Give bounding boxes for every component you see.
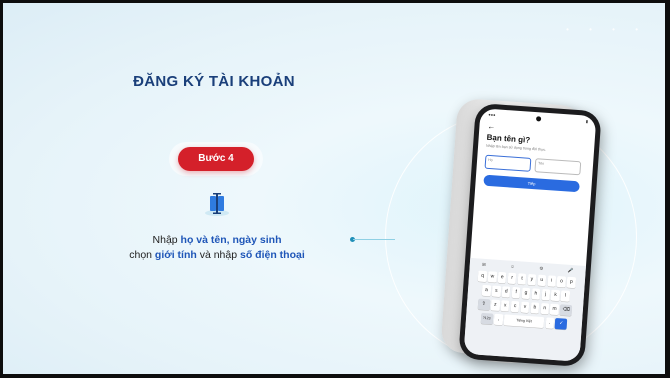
key-n[interactable]: n	[540, 302, 550, 315]
comma-key[interactable]: ,	[493, 313, 503, 326]
connector-line	[353, 239, 395, 240]
key-t[interactable]: t	[517, 273, 527, 285]
key-d[interactable]: d	[501, 286, 511, 298]
desc-highlight: họ và tên, ngày sinh	[180, 234, 282, 246]
key-c[interactable]: c	[510, 300, 520, 313]
key-o[interactable]: o	[556, 276, 566, 288]
key-j[interactable]: j	[541, 288, 551, 301]
symbols-key[interactable]: ?123	[480, 312, 494, 325]
desc-text: Nhập	[152, 234, 181, 246]
step-badge: Bước 4	[178, 147, 254, 171]
last-name-field[interactable]: Tên	[534, 158, 582, 176]
key-p[interactable]: p	[566, 276, 576, 289]
first-name-field[interactable]: Họ	[484, 154, 532, 172]
key-w[interactable]: w	[487, 271, 497, 283]
key-l[interactable]: l	[560, 290, 570, 302]
key-y[interactable]: y	[527, 273, 537, 286]
name-hint: Nhập tên bạn sử dụng trong đời thực.	[485, 143, 547, 152]
key-a[interactable]: a	[481, 284, 492, 297]
phone-input-icon	[205, 193, 229, 216]
decorative-dots: • • • •	[566, 25, 647, 34]
slide-title: ĐĂNG KÝ TÀI KHOẢN	[133, 73, 295, 90]
backspace-key[interactable]: ⌫	[559, 304, 573, 317]
keyboard: ⊞ ☺ ⚙ 🎤 qwertyuiop asdfghjkl ⇧ zxcvbnm ⌫ ?1…	[463, 257, 586, 362]
shift-key[interactable]: ⇧	[477, 298, 491, 311]
phone-screen: ●●● ▮ ← Bạn tên gì? Nhập tên bạn sử dụng …	[463, 108, 597, 362]
desc-highlight: giới tính	[154, 249, 197, 261]
key-g[interactable]: g	[521, 287, 531, 300]
space-key[interactable]: Tiếng Việt	[503, 314, 545, 329]
desc-text: chọn	[129, 249, 155, 261]
back-arrow-icon[interactable]: ←	[487, 122, 496, 132]
status-bar: ●●● ▮	[488, 111, 589, 124]
key-b[interactable]: b	[530, 302, 540, 314]
key-q[interactable]: q	[477, 270, 488, 283]
next-button[interactable]: Tiếp	[483, 174, 580, 193]
period-key[interactable]: .	[545, 317, 555, 329]
name-question: Bạn tên gì?	[486, 132, 531, 145]
phone-mockup: ●●● ▮ ← Bạn tên gì? Nhập tên bạn sử dụng …	[458, 102, 602, 368]
key-m[interactable]: m	[549, 303, 560, 316]
desc-highlight: số điện thoại	[240, 249, 305, 261]
key-i[interactable]: i	[546, 275, 557, 287]
key-x[interactable]: x	[500, 300, 510, 312]
key-h[interactable]: h	[531, 288, 541, 300]
step-description: Nhập họ và tên, ngày sinh chọn giới tính…	[99, 233, 335, 263]
slide: • • • • ĐĂNG KÝ TÀI KHOẢN Bước 4 Nhập họ…	[3, 3, 665, 374]
key-v[interactable]: v	[520, 301, 530, 314]
key-e[interactable]: e	[497, 271, 507, 284]
key-r[interactable]: r	[507, 272, 517, 285]
desc-text: và nhập	[196, 249, 240, 261]
key-u[interactable]: u	[537, 274, 547, 287]
key-k[interactable]: k	[550, 289, 561, 302]
key-z[interactable]: z	[490, 299, 500, 312]
key-s[interactable]: s	[491, 285, 501, 298]
enter-key[interactable]: ✓	[554, 317, 568, 330]
key-f[interactable]: f	[511, 286, 521, 299]
